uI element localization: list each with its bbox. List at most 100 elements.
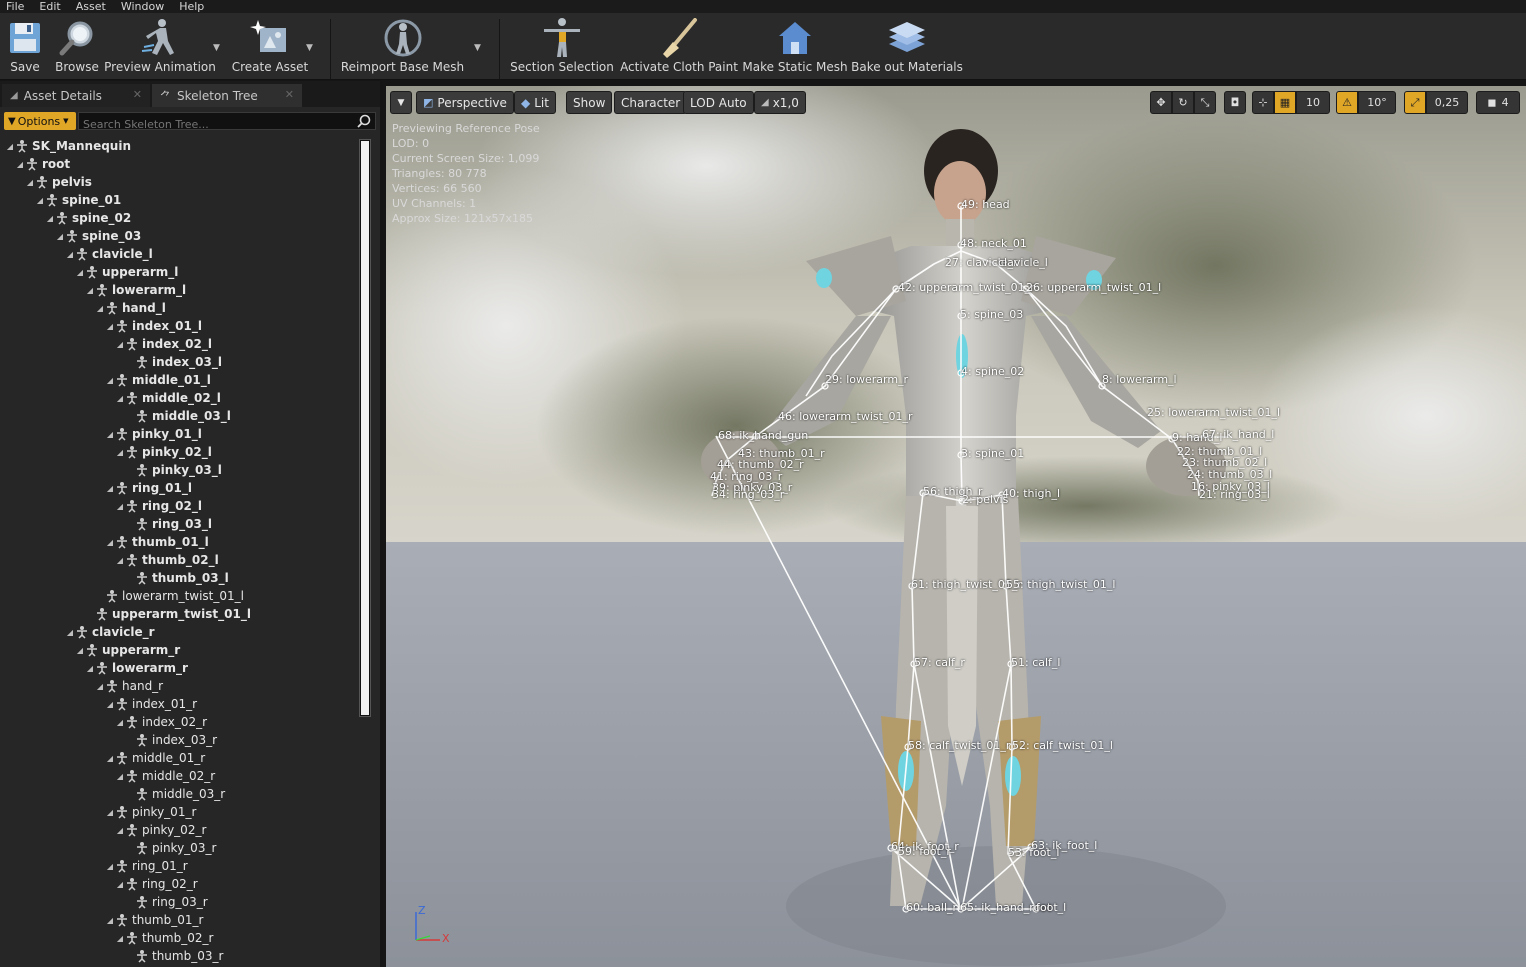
- expand-arrow-icon[interactable]: ◢: [105, 808, 115, 817]
- tree-node[interactable]: ◢ thumb_01_r: [105, 911, 204, 929]
- tree-node[interactable]: lowerarm_twist_01_l: [95, 587, 244, 605]
- show-button[interactable]: Show: [566, 91, 613, 114]
- expand-arrow-icon[interactable]: ◢: [95, 304, 105, 313]
- tree-node[interactable]: ◢ index_01_r: [105, 695, 197, 713]
- create-asset-button[interactable]: Create Asset: [232, 16, 308, 78]
- tree-node[interactable]: ◢ spine_03: [55, 227, 141, 245]
- tree-node[interactable]: ◢ spine_02: [45, 209, 131, 227]
- expand-arrow-icon[interactable]: ◢: [75, 268, 85, 277]
- tree-node[interactable]: ◢ hand_l: [95, 299, 166, 317]
- lod-button[interactable]: LOD Auto: [683, 91, 754, 114]
- expand-arrow-icon[interactable]: ◢: [115, 772, 125, 781]
- bake-out-materials-button[interactable]: Bake out Materials: [851, 16, 963, 78]
- tree-node[interactable]: middle_03_l: [125, 407, 231, 425]
- tree-node[interactable]: upperarm_twist_01_l: [85, 605, 251, 623]
- browse-button[interactable]: Browse: [55, 16, 99, 78]
- tree-scrollbar[interactable]: [359, 139, 371, 717]
- expand-arrow-icon[interactable]: ◢: [115, 502, 125, 511]
- rotation-snap-toggle[interactable]: ⚠: [1336, 91, 1358, 114]
- expand-arrow-icon[interactable]: ◢: [105, 862, 115, 871]
- expand-arrow-icon[interactable]: ◢: [105, 430, 115, 439]
- preview-animation-button[interactable]: Preview Animation: [104, 16, 216, 78]
- tree-node[interactable]: index_03_l: [125, 353, 222, 371]
- expand-arrow-icon[interactable]: ◢: [95, 682, 105, 691]
- expand-arrow-icon[interactable]: ◢: [35, 196, 45, 205]
- grid-snap-value[interactable]: 10: [1296, 91, 1330, 114]
- expand-arrow-icon[interactable]: ◢: [115, 394, 125, 403]
- expand-arrow-icon[interactable]: ◢: [15, 160, 25, 169]
- tree-node[interactable]: ◢ thumb_02_l: [115, 551, 219, 569]
- expand-arrow-icon[interactable]: ◢: [75, 646, 85, 655]
- expand-arrow-icon[interactable]: ◢: [45, 214, 55, 223]
- playback-speed-button[interactable]: ◢ x1,0: [754, 91, 806, 114]
- tree-node[interactable]: ◢ thumb_01_l: [105, 533, 209, 551]
- expand-arrow-icon[interactable]: ◢: [55, 232, 65, 241]
- menu-file[interactable]: File: [0, 0, 33, 13]
- expand-arrow-icon[interactable]: ◢: [105, 754, 115, 763]
- expand-arrow-icon[interactable]: ◢: [105, 916, 115, 925]
- expand-arrow-icon[interactable]: ◢: [115, 448, 125, 457]
- tree-node[interactable]: ◢ pinky_02_r: [115, 821, 206, 839]
- expand-arrow-icon[interactable]: ◢: [115, 880, 125, 889]
- expand-arrow-icon[interactable]: ◢: [115, 826, 125, 835]
- tree-node[interactable]: ◢ middle_01_r: [105, 749, 205, 767]
- expand-arrow-icon[interactable]: ◢: [105, 538, 115, 547]
- tree-node[interactable]: thumb_03_l: [125, 569, 229, 587]
- scrollbar-thumb[interactable]: [361, 141, 369, 715]
- expand-arrow-icon[interactable]: ◢: [65, 628, 75, 637]
- expand-arrow-icon[interactable]: ◢: [115, 340, 125, 349]
- tree-node[interactable]: ◢ pinky_01_r: [105, 803, 196, 821]
- make-static-mesh-button[interactable]: Make Static Mesh: [742, 16, 848, 78]
- tree-node[interactable]: ◢ ring_01_l: [105, 479, 192, 497]
- scale-snap-value[interactable]: 0,25: [1426, 91, 1468, 114]
- scale-tool-button[interactable]: ⤡: [1194, 91, 1216, 114]
- tree-node[interactable]: ◢ pinky_01_l: [105, 425, 202, 443]
- tree-node[interactable]: pinky_03_r: [125, 839, 216, 857]
- tree-node[interactable]: ◢ hand_r: [95, 677, 163, 695]
- camera-speed-button[interactable]: ◼ 4: [1476, 91, 1520, 114]
- tree-node[interactable]: ◢ SK_Mannequin: [5, 137, 131, 155]
- search-input[interactable]: [79, 116, 349, 133]
- tree-node[interactable]: ◢ clavicle_r: [65, 623, 155, 641]
- tree-node[interactable]: ◢ ring_02_r: [115, 875, 198, 893]
- tree-node[interactable]: ◢ upperarm_r: [75, 641, 180, 659]
- activate-cloth-paint-button[interactable]: Activate Cloth Paint: [620, 16, 738, 78]
- expand-arrow-icon[interactable]: ◢: [25, 178, 35, 187]
- tree-node[interactable]: thumb_03_r: [125, 947, 223, 965]
- tree-node[interactable]: middle_03_r: [125, 785, 225, 803]
- expand-arrow-icon[interactable]: ◢: [115, 934, 125, 943]
- tree-node[interactable]: ring_03_l: [125, 515, 212, 533]
- lit-button[interactable]: ◆ Lit: [514, 91, 556, 114]
- expand-arrow-icon[interactable]: ◢: [105, 484, 115, 493]
- tree-node[interactable]: ◢ middle_02_r: [115, 767, 215, 785]
- tree-node[interactable]: ◢ lowerarm_r: [85, 659, 188, 677]
- reimport-dropdown[interactable]: ▼: [474, 43, 484, 53]
- character-button[interactable]: Character: [614, 91, 688, 114]
- coordinate-space-button[interactable]: ◘: [1224, 91, 1246, 114]
- tree-node[interactable]: ◢ middle_01_l: [105, 371, 211, 389]
- menu-asset[interactable]: Asset: [70, 0, 115, 13]
- preview-animation-dropdown[interactable]: ▼: [213, 43, 223, 53]
- expand-arrow-icon[interactable]: ◢: [105, 700, 115, 709]
- rotate-tool-button[interactable]: ↻: [1172, 91, 1194, 114]
- scale-snap-toggle[interactable]: ⤢: [1404, 91, 1426, 114]
- tree-node[interactable]: ring_03_r: [125, 893, 208, 911]
- translate-tool-button[interactable]: ✥: [1150, 91, 1172, 114]
- tree-node[interactable]: ◢ middle_02_l: [115, 389, 221, 407]
- close-icon[interactable]: ✕: [133, 88, 142, 101]
- expand-arrow-icon[interactable]: ◢: [5, 142, 15, 151]
- tree-node[interactable]: ◢ spine_01: [35, 191, 121, 209]
- viewport-options-button[interactable]: ▼: [390, 91, 412, 114]
- expand-arrow-icon[interactable]: ◢: [105, 322, 115, 331]
- menu-edit[interactable]: Edit: [33, 0, 69, 13]
- reimport-base-mesh-button[interactable]: Reimport Base Mesh: [341, 16, 464, 78]
- menu-window[interactable]: Window: [115, 0, 173, 13]
- close-icon[interactable]: ✕: [285, 88, 294, 101]
- surface-snap-button[interactable]: ⊹: [1252, 91, 1274, 114]
- tree-node[interactable]: ◢ clavicle_l: [65, 245, 153, 263]
- viewport[interactable]: ▼ ◩ Perspective ◆ Lit Show Character LOD…: [386, 86, 1526, 967]
- expand-arrow-icon[interactable]: ◢: [65, 250, 75, 259]
- tree-node[interactable]: index_03_r: [125, 731, 217, 749]
- tree-node[interactable]: ◢ index_01_l: [105, 317, 202, 335]
- tree-node[interactable]: ◢ ring_01_r: [105, 857, 188, 875]
